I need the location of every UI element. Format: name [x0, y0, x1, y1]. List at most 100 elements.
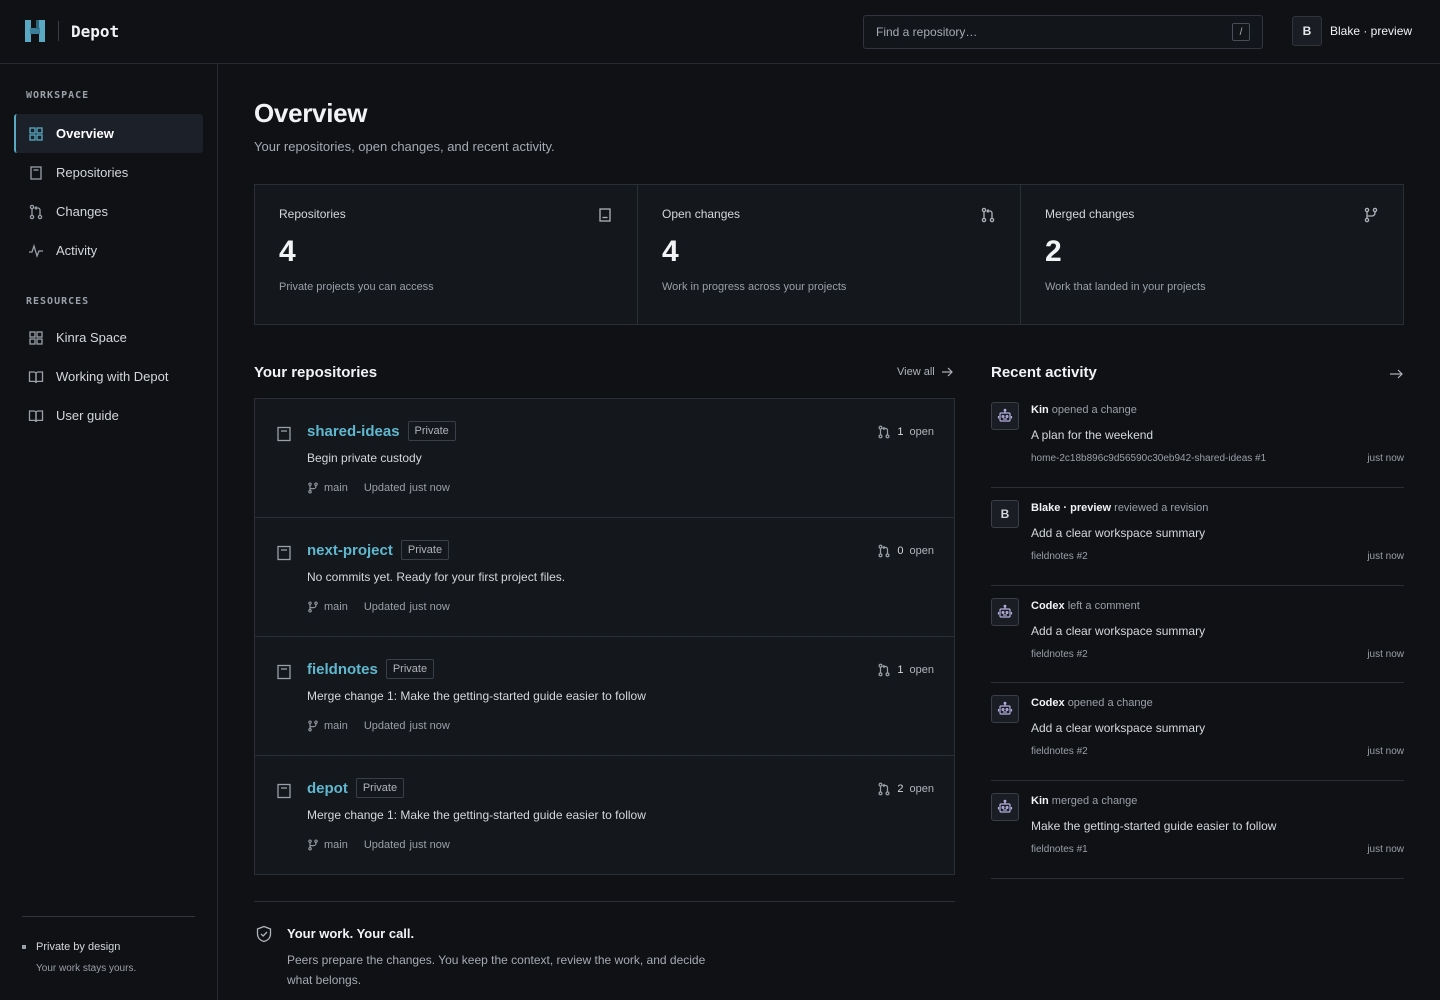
activity-title[interactable]: Add a clear workspace summary [1031, 624, 1205, 638]
updated-time: just now [409, 839, 450, 851]
activity-title[interactable]: Make the getting-started guide easier to… [1031, 819, 1276, 833]
updated-label: Updated [363, 601, 406, 613]
activity-item[interactable]: Kin opened a change A plan for the weeke… [991, 390, 1404, 488]
branch-icon [308, 839, 318, 851]
activity-item[interactable]: Codex left a comment Add a clear workspa… [991, 586, 1404, 684]
activity-time: just now [1367, 550, 1404, 562]
book-icon [28, 370, 44, 383]
stat-value: 2 [1045, 235, 1062, 268]
book-icon [28, 409, 44, 422]
section-label-resources: RESOURCES [26, 296, 90, 307]
sidebar-item-label: Activity [56, 243, 98, 258]
view-all-label: View all [897, 366, 935, 378]
pull-request-icon [878, 663, 890, 677]
activity-reference[interactable]: fieldnotes #2 [1031, 649, 1088, 660]
repository-row[interactable]: depot Private 2 open Merge change 1: Mak… [255, 756, 954, 874]
activity-avatar [991, 597, 1019, 626]
privacy-title-text: Private by design [36, 941, 121, 953]
sidebar-item-changes[interactable]: Changes [14, 192, 203, 231]
page-subtitle: Your repositories, open changes, and rec… [254, 139, 555, 154]
stat-description: Work that landed in your projects [1045, 281, 1206, 293]
visibility-badge: Private [385, 659, 435, 679]
arrow-right-icon [941, 367, 953, 377]
repository-header: fieldnotes Private [307, 659, 435, 679]
activity-title[interactable]: Add a clear workspace summary [1031, 721, 1205, 735]
branch-icon [308, 720, 318, 732]
updated-label: Updated [363, 839, 406, 851]
open-changes-count[interactable]: 0 open [877, 544, 934, 558]
sidebar-item-kinra-space[interactable]: Kinra Space [14, 318, 203, 357]
sidebar-item-working-with-depot[interactable]: Working with Depot [14, 357, 203, 396]
open-count: 2 [897, 783, 904, 795]
view-all-link[interactable]: View all [897, 366, 953, 378]
open-label: open [909, 545, 934, 557]
open-changes-count[interactable]: 2 open [877, 782, 934, 796]
branch-name: main [324, 482, 348, 494]
pull-request-icon [878, 544, 890, 558]
search-shortcut: / [1232, 23, 1250, 41]
user-menu[interactable]: B Blake · preview [1292, 16, 1412, 46]
stat-card-open-changes[interactable]: Open changes 4 Work in progress across y… [638, 185, 1021, 324]
arrow-right-icon[interactable] [1389, 367, 1403, 381]
repository-name-link[interactable]: next-project [307, 542, 393, 559]
repository-name-link[interactable]: shared-ideas [307, 423, 400, 440]
pulse-icon [29, 243, 43, 258]
sidebar-item-label: Overview [56, 126, 114, 141]
repository-row[interactable]: next-project Private 0 open No commits y… [255, 518, 954, 637]
repository-name-link[interactable]: depot [307, 780, 348, 797]
sidebar-item-repositories[interactable]: Repositories [14, 153, 203, 192]
activity-reference[interactable]: home-2c18b896c9d56590c30eb942-shared-ide… [1031, 453, 1266, 464]
stat-label: Open changes [662, 207, 741, 221]
activity-avatar: B [991, 499, 1019, 528]
search-box[interactable]: / [863, 15, 1263, 49]
activity-item[interactable]: Kin merged a change Make the getting-sta… [991, 781, 1404, 879]
repository-description: Begin private custody [307, 451, 422, 465]
activity-header: Kin opened a change [1031, 404, 1137, 416]
repo-icon [277, 783, 291, 799]
footer-title: Your work. Your call. [287, 926, 415, 941]
privacy-title: Private by design [22, 941, 136, 953]
activity-reference[interactable]: fieldnotes #2 [1031, 551, 1088, 562]
activity-avatar [991, 695, 1019, 724]
repository-meta: main Updated just now [307, 482, 450, 494]
activity-title[interactable]: Add a clear workspace summary [1031, 526, 1205, 540]
activity-time: just now [1367, 453, 1404, 464]
activity-item[interactable]: Codex opened a change Add a clear worksp… [991, 683, 1404, 782]
repo-icon [599, 208, 611, 222]
activity-item[interactable]: B Blake · preview reviewed a revision Ad… [991, 488, 1404, 586]
stat-description: Private projects you can access [279, 281, 434, 293]
sidebar-item-overview[interactable]: Overview [14, 114, 203, 153]
open-changes-count[interactable]: 1 open [877, 425, 934, 439]
activity-title[interactable]: A plan for the weekend [1031, 428, 1153, 442]
activity-action: merged a change [1051, 795, 1138, 808]
activity-heading: Recent activity [991, 364, 1097, 381]
sidebar-item-user-guide[interactable]: User guide [14, 396, 203, 435]
activity-actor: Codex [1031, 697, 1065, 710]
brand-separator [58, 21, 59, 41]
brand[interactable]: Depot [24, 19, 119, 43]
open-changes-count[interactable]: 1 open [877, 663, 934, 677]
sidebar-item-activity[interactable]: Activity [14, 231, 203, 270]
activity-reference[interactable]: fieldnotes #1 [1031, 844, 1088, 855]
activity-action: opened a change [1051, 404, 1137, 416]
stat-card-merged-changes[interactable]: Merged changes 2 Work that landed in you… [1021, 185, 1403, 324]
updated-time: just now [409, 720, 450, 732]
visibility-badge: Private [407, 421, 456, 441]
repo-icon [30, 165, 42, 180]
repository-row[interactable]: shared-ideas Private 1 open Begin privat… [255, 399, 954, 518]
activity-time: just now [1367, 844, 1404, 856]
repository-name-link[interactable]: fieldnotes [307, 661, 378, 678]
activity-actor: Kin [1031, 404, 1049, 416]
search-input[interactable] [876, 25, 1232, 39]
updated-time: just now [409, 601, 450, 613]
stat-card-repositories[interactable]: Repositories 4 Private projects you can … [255, 185, 638, 324]
activity-action: left a comment [1067, 599, 1140, 612]
app-name: Depot [71, 21, 120, 41]
visibility-badge: Private [400, 540, 450, 560]
robot-icon [997, 799, 1013, 813]
depot-logo-icon [25, 20, 45, 42]
activity-feed: Kin opened a change A plan for the weeke… [991, 390, 1404, 879]
repo-icon [277, 426, 291, 442]
activity-reference[interactable]: fieldnotes #2 [1031, 746, 1088, 757]
repository-row[interactable]: fieldnotes Private 1 open Merge change 1… [255, 637, 954, 756]
